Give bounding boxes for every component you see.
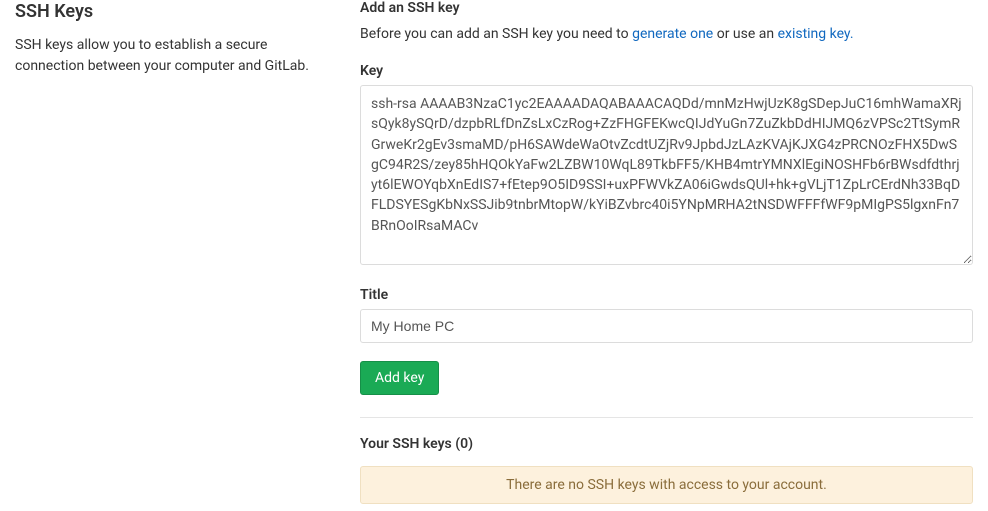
key-label: Key: [360, 63, 973, 79]
empty-keys-alert: There are no SSH keys with access to you…: [360, 466, 973, 504]
key-textarea[interactable]: [360, 85, 973, 265]
help-mid: or use an: [713, 26, 777, 42]
keys-count: 0: [460, 436, 468, 452]
key-field-group: Key: [360, 63, 973, 269]
your-keys-heading: Your SSH keys (0): [360, 436, 973, 452]
existing-key-link[interactable]: existing key.: [778, 26, 854, 42]
help-prefix: Before you can add an SSH key you need t…: [360, 26, 632, 42]
settings-sidebar: SSH Keys SSH keys allow you to establish…: [15, 0, 345, 504]
title-input[interactable]: [360, 309, 973, 343]
add-key-button[interactable]: Add key: [360, 361, 439, 395]
title-label: Title: [360, 287, 973, 303]
add-key-heading: Add an SSH key: [360, 0, 973, 16]
page-title: SSH Keys: [15, 0, 330, 23]
generate-key-link[interactable]: generate one: [632, 26, 713, 42]
divider: [360, 417, 973, 418]
help-text: Before you can add an SSH key you need t…: [360, 24, 973, 45]
keys-heading-suffix: ): [468, 436, 473, 452]
title-field-group: Title: [360, 287, 973, 343]
main-content: Add an SSH key Before you can add an SSH…: [345, 0, 973, 504]
page-description: SSH keys allow you to establish a secure…: [15, 35, 330, 77]
keys-heading-prefix: Your SSH keys (: [360, 436, 460, 452]
